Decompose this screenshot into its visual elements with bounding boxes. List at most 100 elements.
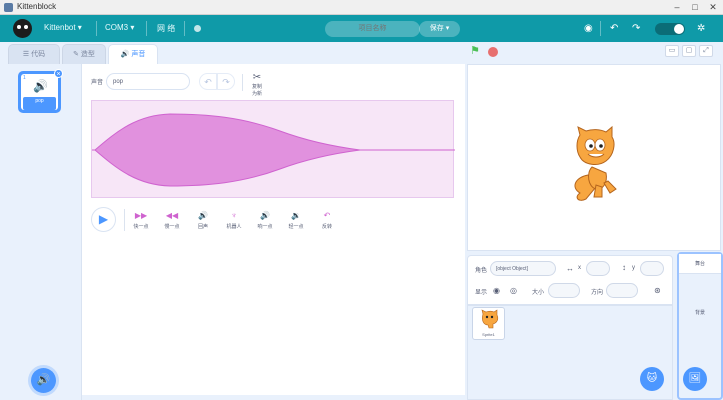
menu-divider (146, 21, 147, 36)
x-arrow-icon: ↔ (566, 264, 574, 273)
add-backdrop-button[interactable]: 🖼 (683, 367, 707, 391)
stop-icon[interactable] (488, 47, 498, 57)
faster-icon: ▶▶ (134, 211, 148, 220)
robot-icon: ♆ (231, 211, 237, 220)
effect-louder-label: 响一点 (257, 224, 273, 230)
y-arrow-icon: ↕ (622, 263, 626, 272)
camera-icon[interactable]: ◉ (584, 23, 593, 34)
small-stage-icon[interactable]: ▭ (665, 45, 679, 57)
connection-status-icon (194, 25, 201, 32)
sound-editor: 声音 ↶ ↷ ✂ 复制为新 ▶ ▶▶ 快一点 ◀◀ 慢一点 🔊 回声 ♆ 机器人… (82, 64, 465, 395)
add-sound-button[interactable]: 🔊 (31, 368, 56, 393)
app-icon (4, 3, 13, 12)
close-window-icon[interactable]: ✕ (707, 2, 719, 12)
maximize-icon[interactable]: □ (689, 2, 701, 12)
size-input[interactable] (548, 283, 580, 298)
play-sound-button[interactable]: ▶ (91, 207, 116, 232)
minimize-icon[interactable]: – (671, 2, 683, 12)
effect-softer-button[interactable]: 🔉 轻一点 (284, 210, 308, 230)
sound-index: 1 (23, 75, 26, 81)
robot-icon[interactable]: ⊛ (654, 286, 661, 295)
menu-bar: Kittenbot ▾ COM3 ▾ 网 络 保存 ▾ ◉ ↶ ↷ ✲ (0, 15, 723, 42)
large-stage-icon[interactable]: ▢ (682, 45, 696, 57)
menu-port[interactable]: COM3 ▾ (105, 23, 134, 32)
effects-divider (124, 209, 125, 231)
sprite-thumbnail (481, 309, 499, 329)
add-sprite-button[interactable]: 🐱 (640, 367, 664, 391)
sound-name-label: 声音 (91, 80, 104, 86)
project-name-input[interactable] (325, 21, 420, 37)
sprite-tile[interactable]: Sprite1 (472, 307, 505, 340)
menu-divider (96, 21, 97, 36)
effect-robot-button[interactable]: ♆ 机器人 (222, 210, 246, 230)
redo-icon[interactable]: ↷ (632, 23, 640, 34)
backdrop-count-label: 背景 (694, 310, 705, 316)
direction-label: 方向 (591, 290, 604, 296)
y-label: y (632, 265, 635, 271)
tab-code[interactable]: ☰ 代码 (8, 44, 60, 64)
sprite-label: 角色 (475, 268, 488, 274)
effect-echo-label: 回声 (197, 224, 208, 230)
fullscreen-icon[interactable]: ⤢ (699, 45, 713, 57)
window-titlebar: Kittenblock – □ ✕ (0, 0, 723, 15)
stage-panel-header: 舞台 (679, 254, 721, 274)
louder-icon: 🔊 (260, 211, 270, 220)
waveform-display[interactable] (91, 100, 455, 198)
speaker-icon: 🔊 (33, 79, 48, 93)
softer-icon: 🔉 (291, 211, 301, 220)
menu-network[interactable]: 网 络 (157, 23, 175, 34)
reverse-icon: ↶ (323, 211, 331, 220)
waveform (92, 113, 455, 187)
stage[interactable] (467, 64, 721, 251)
show-eye-icon[interactable]: ◉ (493, 286, 500, 295)
effect-softer-label: 轻一点 (288, 224, 304, 230)
green-flag-icon[interactable]: ⚑ (470, 46, 482, 57)
delete-sound-icon[interactable]: × (54, 69, 63, 78)
window-title: Kittenblock (17, 2, 57, 11)
mode-toggle[interactable] (655, 23, 685, 35)
effect-echo-button[interactable]: 🔊 回声 (191, 210, 215, 230)
x-label: x (578, 265, 581, 271)
sprite-info-panel: 角色 ↔ x ↕ y 显示 ◉ ◎ 大小 方向 ⊛ (467, 255, 673, 305)
effect-faster-button[interactable]: ▶▶ 快一点 (129, 210, 153, 230)
scissors-icon: ✂ (252, 72, 262, 83)
sound-item[interactable]: 1 🔊 pop × (18, 69, 63, 113)
editor-tabs: ☰ 代码 ✎ 造型 🔊 声音 (0, 42, 465, 64)
tab-sounds[interactable]: 🔊 声音 (108, 44, 158, 64)
hide-eye-icon[interactable]: ◎ (510, 286, 517, 295)
gear-icon[interactable]: ✲ (697, 23, 705, 34)
effect-reverse-button[interactable]: ↶ 反转 (315, 210, 339, 230)
effect-slower-label: 慢一点 (164, 224, 180, 230)
echo-icon: 🔊 (198, 211, 208, 220)
cat-sprite (574, 125, 617, 201)
show-label: 显示 (475, 290, 488, 296)
copy-to-new-label: 复制为新 (251, 84, 262, 97)
sprite-tile-name: Sprite1 (482, 332, 495, 337)
direction-input[interactable] (606, 283, 638, 298)
toolbar-divider (242, 74, 243, 91)
sound-item-name: pop (35, 98, 44, 104)
sound-thumbnail: 1 🔊 pop (21, 74, 58, 110)
effect-faster-label: 快一点 (133, 224, 149, 230)
menu-divider (600, 21, 601, 36)
sound-redo-icon[interactable]: ↷ (217, 73, 235, 90)
copy-to-new-button[interactable]: ✂ 复制为新 (250, 72, 264, 97)
effect-slower-button[interactable]: ◀◀ 慢一点 (160, 210, 184, 230)
y-input[interactable] (640, 261, 664, 276)
save-button[interactable]: 保存 ▾ (419, 21, 460, 37)
tab-costumes[interactable]: ✎ 造型 (62, 44, 106, 64)
effect-louder-button[interactable]: 🔊 响一点 (253, 210, 277, 230)
slower-icon: ◀◀ (165, 211, 179, 220)
menu-board[interactable]: Kittenbot ▾ (44, 23, 82, 32)
menu-divider (184, 21, 185, 36)
sound-list: 1 🔊 pop × 🔊 (0, 64, 82, 400)
undo-icon[interactable]: ↶ (610, 23, 618, 34)
kittenblock-logo[interactable] (13, 19, 32, 38)
size-label: 大小 (532, 290, 545, 296)
effect-robot-label: 机器人 (226, 224, 242, 230)
sprite-name-input[interactable] (490, 261, 556, 276)
x-input[interactable] (586, 261, 610, 276)
effect-reverse-label: 反转 (321, 224, 332, 230)
sound-name-input[interactable] (106, 73, 190, 90)
sound-undo-icon[interactable]: ↶ (199, 73, 217, 90)
